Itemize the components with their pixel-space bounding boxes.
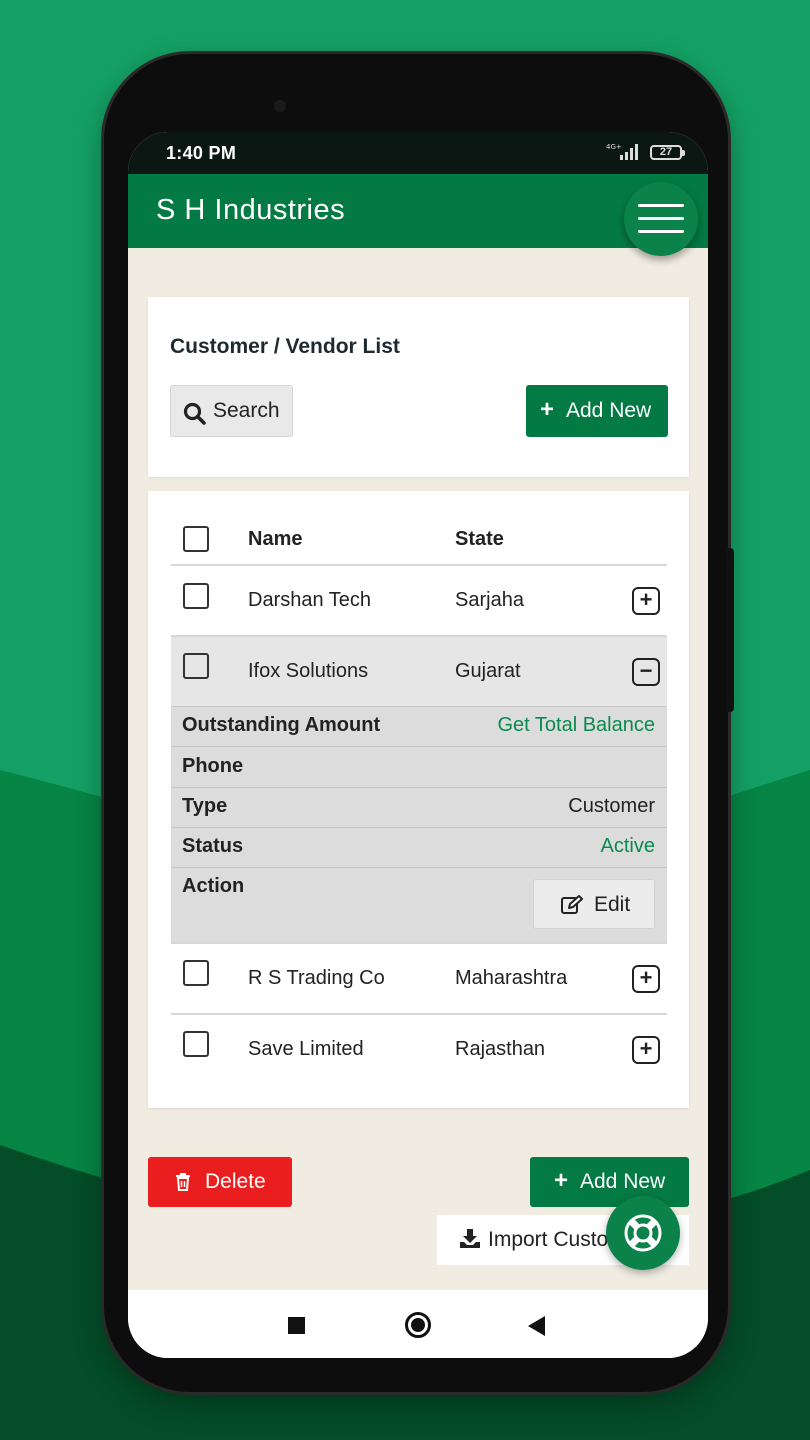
expand-icon[interactable]: + <box>632 1036 660 1064</box>
column-header-name: Name <box>248 528 303 550</box>
customer-table-card: Name State Darshan Tech Sarjaha + Ifox S… <box>148 491 689 1108</box>
column-header-state: State <box>455 528 504 550</box>
delete-button[interactable]: Delete <box>148 1157 292 1207</box>
row-name: Ifox Solutions <box>248 660 369 682</box>
plus-icon: + <box>540 396 555 423</box>
status-bar: 1:40 PM 4G+ 27 <box>128 132 708 174</box>
outstanding-label: Outstanding Amount <box>182 714 381 736</box>
add-new-button-bottom[interactable]: + Add New <box>530 1157 689 1207</box>
status-label: Status <box>182 835 244 857</box>
detail-type: Type Customer <box>171 787 667 827</box>
edit-icon <box>561 895 583 914</box>
add-new-label: Add New <box>580 1170 666 1193</box>
row-name: Save Limited <box>248 1038 364 1060</box>
expand-icon[interactable]: + <box>632 587 660 615</box>
edit-label: Edit <box>594 893 631 916</box>
download-icon <box>460 1229 480 1248</box>
phone-label: Phone <box>182 755 244 777</box>
table-divider <box>171 942 667 944</box>
row-state: Sarjaha <box>455 589 524 611</box>
action-label: Action <box>182 875 245 897</box>
lifebuoy-icon <box>624 1214 662 1252</box>
row-name: Darshan Tech <box>248 589 372 611</box>
help-support-button[interactable] <box>606 1196 680 1270</box>
page-title: Customer / Vendor List <box>170 335 400 358</box>
delete-label: Delete <box>205 1170 266 1193</box>
table-divider <box>171 1013 667 1015</box>
list-header-card: Customer / Vendor List Search + Add New <box>148 297 689 477</box>
row-checkbox[interactable] <box>183 653 209 679</box>
collapse-icon[interactable]: − <box>632 658 660 686</box>
detail-status: Status Active <box>171 827 667 867</box>
type-value: Customer <box>568 795 655 817</box>
menu-icon <box>638 204 684 207</box>
back-icon[interactable] <box>528 1316 545 1336</box>
expand-icon[interactable]: + <box>632 965 660 993</box>
plus-icon: + <box>554 1167 569 1194</box>
row-checkbox[interactable] <box>183 1031 209 1057</box>
row-checkbox[interactable] <box>183 960 209 986</box>
row-state: Rajasthan <box>455 1038 546 1060</box>
status-time: 1:40 PM <box>166 143 237 163</box>
detail-phone: Phone <box>171 747 667 787</box>
network-type: 4G+ <box>606 143 622 151</box>
table-divider <box>171 564 667 566</box>
edit-button[interactable]: Edit <box>533 879 655 929</box>
row-state: Maharashtra <box>455 967 568 989</box>
row-name: R S Trading Co <box>248 967 385 989</box>
add-new-button-top[interactable]: + Add New <box>526 385 668 437</box>
row-state: Gujarat <box>455 660 521 682</box>
search-button[interactable]: Search <box>170 385 293 437</box>
home-icon[interactable] <box>405 1312 431 1338</box>
android-nav-bar <box>128 1290 708 1358</box>
recents-icon[interactable] <box>288 1317 305 1334</box>
hamburger-menu-button[interactable] <box>624 182 698 256</box>
search-icon <box>183 402 206 425</box>
app-title: S H Industries <box>156 194 346 226</box>
type-label: Type <box>182 795 228 817</box>
add-new-label: Add New <box>566 399 652 422</box>
app-screen: 1:40 PM 4G+ 27 S H Industries Customer /… <box>128 132 708 1358</box>
status-badge: Active <box>600 835 655 857</box>
table-row-expanded[interactable]: Ifox Solutions Gujarat − <box>171 637 667 706</box>
detail-outstanding: Outstanding Amount Get Total Balance <box>171 706 667 746</box>
app-bar: S H Industries <box>128 174 708 256</box>
row-detail-panel: Outstanding Amount Get Total Balance Pho… <box>171 706 667 943</box>
front-camera <box>274 100 286 112</box>
select-all-checkbox[interactable] <box>183 526 209 552</box>
signal-icon: 4G+ <box>606 142 640 162</box>
row-checkbox[interactable] <box>183 583 209 609</box>
search-label: Search <box>213 399 280 422</box>
battery-icon: 27 <box>650 145 685 160</box>
phone-side-button <box>726 548 734 712</box>
trash-icon <box>176 1173 190 1191</box>
get-total-balance-link[interactable]: Get Total Balance <box>497 714 655 737</box>
